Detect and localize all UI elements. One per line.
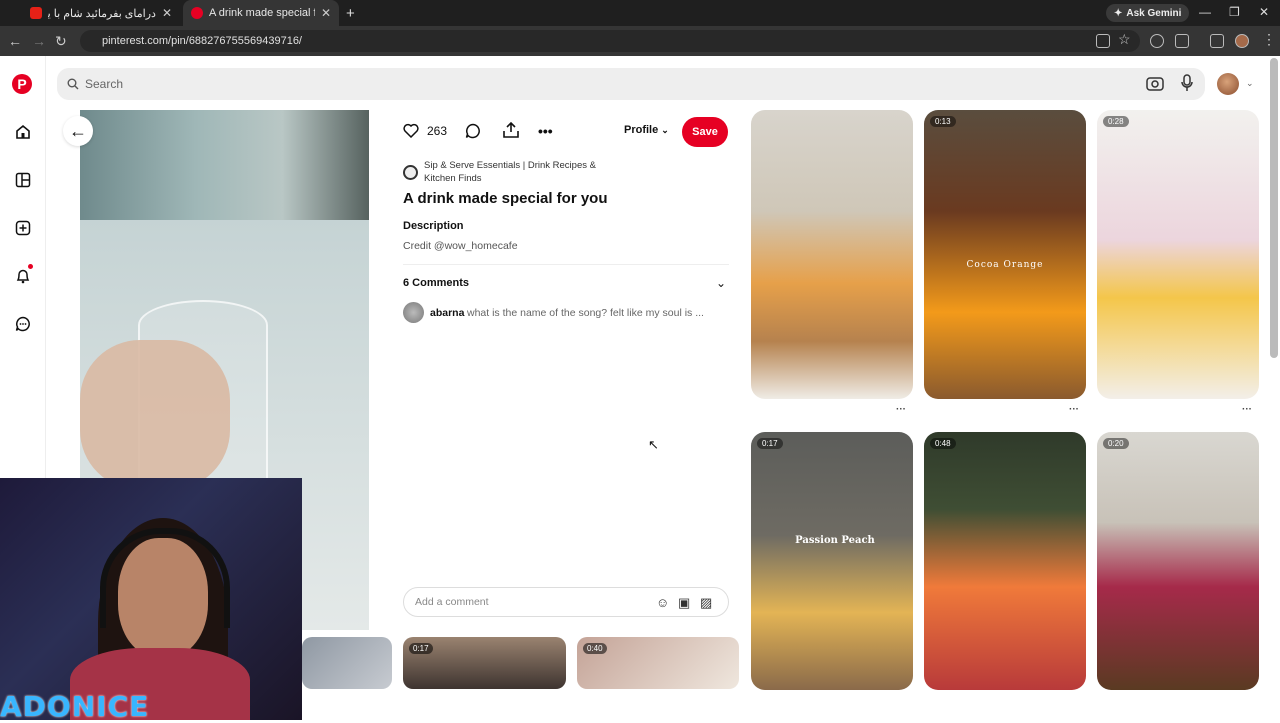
mouse-cursor-icon: ↖ <box>648 437 659 452</box>
puzzle-icon[interactable] <box>1175 34 1189 48</box>
user-avatar[interactable] <box>1217 73 1239 95</box>
video-duration: 0:17 <box>757 438 783 449</box>
image-upload-icon[interactable]: ▨ <box>700 595 712 611</box>
divider <box>403 264 729 265</box>
forward-icon[interactable]: → <box>32 33 46 49</box>
video-duration: 0:13 <box>930 116 956 127</box>
close-window-icon[interactable]: ✕ <box>1259 5 1269 19</box>
webcam-overlay <box>0 478 302 720</box>
comment-placeholder: Add a comment <box>415 596 489 608</box>
related-pin-tile[interactable]: 0:40 <box>577 637 739 689</box>
comment-text: what is the name of the song? felt like … <box>467 307 704 319</box>
install-icon[interactable] <box>1096 34 1110 48</box>
kebab-menu-icon[interactable]: ⋮ <box>1262 31 1276 48</box>
like-count: 263 <box>427 124 448 138</box>
share-icon[interactable] <box>502 121 520 144</box>
emoji-icon[interactable]: ☺ <box>656 595 669 610</box>
related-pin-tile[interactable] <box>302 637 392 689</box>
video-duration: 0:28 <box>1103 116 1129 127</box>
video-duration: 0:17 <box>409 643 433 654</box>
bell-icon[interactable] <box>13 266 33 286</box>
commenter-name[interactable]: abarna <box>430 307 464 319</box>
chevron-down-icon[interactable]: ⌄ <box>1246 78 1254 89</box>
microphone-icon[interactable] <box>1180 74 1194 97</box>
messages-icon[interactable] <box>13 314 33 334</box>
reload-icon[interactable]: ↻ <box>55 33 67 50</box>
save-button[interactable]: Save <box>682 117 728 147</box>
related-pin-tile[interactable]: 0:17 <box>751 432 913 690</box>
hand-image <box>80 340 230 490</box>
commenter-avatar[interactable] <box>403 302 424 323</box>
related-pin-tile[interactable]: 0:48 <box>924 432 1086 690</box>
search-icon <box>67 77 79 95</box>
comments-heading[interactable]: 6 Comments <box>403 277 469 289</box>
youtube-icon <box>30 7 42 19</box>
notification-dot <box>28 264 33 269</box>
tab-pinterest[interactable]: A drink made special for you ✕ <box>183 0 339 26</box>
more-options-icon[interactable]: ••• <box>538 123 553 139</box>
browser-tab-strip: دراماى بفرمائيد شام با يوتيوبرها ✕ A dri… <box>0 0 1280 26</box>
url-text: pinterest.com/pin/688276755569439716/ <box>102 35 302 47</box>
pinterest-logo[interactable]: P <box>12 74 32 94</box>
tab-search-icon[interactable] <box>1210 34 1224 48</box>
back-icon[interactable]: ← <box>8 33 22 49</box>
sparkle-icon: ✦ <box>1114 7 1123 19</box>
more-options-icon[interactable]: ··· <box>1242 404 1252 415</box>
create-icon[interactable] <box>13 218 33 238</box>
profile-label: Profile <box>624 124 659 136</box>
profile-avatar-icon[interactable] <box>1235 34 1249 48</box>
related-pin-tile[interactable]: 0:20 <box>1097 432 1259 690</box>
related-pin-tile[interactable] <box>751 110 913 399</box>
streamer-logo: ADONICE <box>0 690 150 723</box>
new-tab-button[interactable]: + <box>346 5 355 22</box>
chevron-down-icon[interactable]: ⌄ <box>716 276 726 290</box>
scrollbar[interactable] <box>1270 58 1278 358</box>
pinterest-icon <box>191 7 203 19</box>
ask-gemini-button[interactable]: ✦ Ask Gemini <box>1106 4 1190 22</box>
video-duration: 0:40 <box>583 643 607 654</box>
related-pin-tile[interactable]: 0:17 <box>403 637 566 689</box>
minimize-icon[interactable]: — <box>1199 5 1211 19</box>
explore-icon[interactable] <box>13 170 33 190</box>
pin-title: A drink made special for you <box>403 190 608 207</box>
search-input[interactable]: Search <box>57 68 1205 100</box>
close-icon[interactable]: ✕ <box>162 6 172 20</box>
comment-icon[interactable] <box>465 123 481 144</box>
description-text: Credit @wow_homecafe <box>403 240 518 252</box>
extension-icon[interactable] <box>1150 34 1164 48</box>
home-icon[interactable] <box>13 122 33 142</box>
source-avatar[interactable] <box>403 165 418 180</box>
back-button[interactable]: ← <box>63 116 93 146</box>
related-pin-tile[interactable]: 0:13 <box>924 110 1086 399</box>
more-options-icon[interactable]: ··· <box>1069 404 1079 415</box>
source-name[interactable]: Sip & Serve Essentials | Drink Recipes &… <box>424 159 614 185</box>
tab-title: A drink made special for you <box>209 7 315 19</box>
maximize-icon[interactable]: ❐ <box>1229 5 1240 19</box>
headset <box>100 528 230 628</box>
video-duration: 0:20 <box>1103 438 1129 449</box>
description-heading: Description <box>403 220 464 232</box>
related-pin-tile[interactable]: 0:28 <box>1097 110 1259 399</box>
address-bar-row: ← → ↻ pinterest.com/pin/6882767555694397… <box>0 26 1280 56</box>
camera-search-icon[interactable] <box>1146 75 1164 96</box>
close-icon[interactable]: ✕ <box>321 6 331 20</box>
tab-youtube[interactable]: دراماى بفرمائيد شام با يوتيوبرها ✕ <box>22 0 180 26</box>
star-icon[interactable]: ☆ <box>1118 31 1131 48</box>
tile-caption: Cocoa Orange <box>966 260 1044 270</box>
profile-dropdown[interactable]: Profile ⌄ <box>624 124 669 136</box>
ask-gemini-label: Ask Gemini <box>1126 7 1182 19</box>
video-duration: 0:48 <box>930 438 956 449</box>
arrow-left-icon: ← <box>69 120 87 141</box>
more-options-icon[interactable]: ··· <box>896 404 906 415</box>
chevron-down-icon: ⌄ <box>661 125 669 135</box>
sticker-icon[interactable]: ▣ <box>678 595 690 611</box>
tile-caption: Passion Peach <box>795 535 875 546</box>
url-field[interactable]: pinterest.com/pin/688276755569439716/ <box>80 30 1140 52</box>
heart-icon[interactable] <box>403 123 419 143</box>
search-placeholder: Search <box>85 77 124 91</box>
tab-title: دراماى بفرمائيد شام با يوتيوبرها <box>48 7 156 20</box>
